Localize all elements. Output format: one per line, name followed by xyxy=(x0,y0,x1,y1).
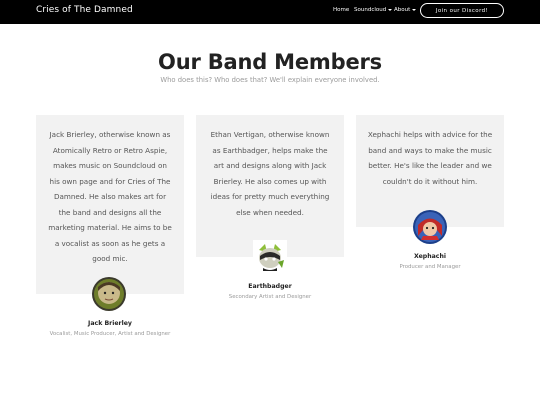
nav-about-dropdown[interactable]: About xyxy=(394,7,417,13)
avatar-xephachi xyxy=(413,210,447,244)
member-bio: Xephachi helps with advice for the band … xyxy=(367,130,493,186)
member-role: Producer and Manager xyxy=(399,264,461,270)
member-name: Xephachi xyxy=(413,253,446,260)
nav-about-label: About xyxy=(394,7,411,13)
navbar: Cries of The Damned Home Soundcloud Abou… xyxy=(0,0,540,24)
member-role: Vocalist, Music Producer, Artist and Des… xyxy=(49,331,171,337)
nav-home-link[interactable]: Home xyxy=(333,7,349,13)
member-bio: Jack Brierley, otherwise known as Atomic… xyxy=(48,130,172,263)
nav-soundcloud-label: Soundcloud xyxy=(354,7,387,13)
section-subtitle: Who does this? Who does that? We'll expl… xyxy=(160,76,380,84)
join-discord-button[interactable]: Join our Discord! xyxy=(420,3,504,18)
nav-home-label: Home xyxy=(333,7,350,13)
avatar-jack xyxy=(92,277,126,311)
avatar-earthbadger xyxy=(253,240,287,274)
member-bio: Ethan Vertigan, otherwise known as Earth… xyxy=(210,130,330,217)
member-card-jack: Jack Brierley, otherwise known as Atomic… xyxy=(36,115,184,294)
member-name: Earthbadger xyxy=(248,283,292,290)
caret-down-icon xyxy=(412,8,417,11)
member-card-earthbadger: Ethan Vertigan, otherwise known as Earth… xyxy=(196,115,344,257)
nav-soundcloud-dropdown[interactable]: Soundcloud xyxy=(354,7,393,13)
member-name: Jack Brierley xyxy=(88,320,132,327)
member-role: Secondary Artist and Designer xyxy=(228,294,312,300)
brand-link[interactable]: Cries of The Damned xyxy=(36,5,133,15)
caret-down-icon xyxy=(388,8,393,11)
section-title: Our Band Members xyxy=(158,50,382,74)
